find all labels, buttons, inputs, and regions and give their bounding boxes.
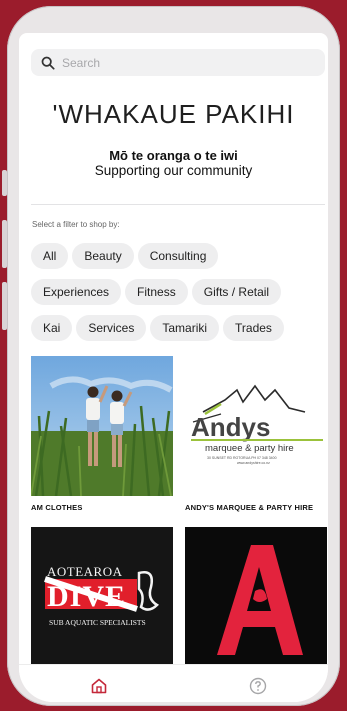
- andys-logo-tagline: marquee & party hire: [205, 443, 294, 454]
- filter-chips: All Beauty Consulting Experiences Fitnes…: [31, 243, 328, 351]
- aotearoa-dive-logo: AOTEAROA DIVE SUB AQUATIC SPECIALISTS: [31, 527, 173, 667]
- search-input[interactable]: [62, 55, 292, 70]
- business-card-red-a[interactable]: [185, 527, 327, 667]
- filter-chip-all[interactable]: All: [31, 243, 69, 269]
- app-screen: 'WHAKAUE PAKIHI Mō te oranga o te iwi Su…: [19, 33, 328, 702]
- filter-chip-experiences[interactable]: Experiences: [31, 279, 122, 305]
- search-icon: [41, 56, 55, 70]
- red-a-logo: [185, 527, 327, 667]
- chip-row: All Beauty Consulting: [31, 243, 328, 269]
- dive-logo-line1: AOTEAROA: [47, 564, 123, 579]
- filter-label: Select a filter to shop by:: [32, 220, 120, 229]
- bottom-nav: [19, 664, 328, 702]
- filter-chip-gifts-retail[interactable]: Gifts / Retail: [191, 279, 282, 305]
- business-card-aotearoa-dive[interactable]: AOTEAROA DIVE SUB AQUATIC SPECIALISTS: [31, 527, 173, 667]
- business-name: AM CLOTHES: [31, 503, 83, 512]
- filter-chip-trades[interactable]: Trades: [223, 315, 284, 341]
- filter-chip-services[interactable]: Services: [76, 315, 147, 341]
- chip-row: Kai Services Tamariki Trades: [31, 315, 328, 341]
- filter-chip-fitness[interactable]: Fitness: [125, 279, 188, 305]
- business-photo: [31, 356, 173, 496]
- chip-row: Experiences Fitness Gifts / Retail: [31, 279, 328, 305]
- page-title: 'WHAKAUE PAKIHI: [52, 99, 295, 129]
- andys-logo-address: 30 SUNSET RD ROTORUA PH 07 348 3400: [207, 456, 277, 460]
- photo-illustration: [31, 356, 173, 496]
- andys-logo: Andys marquee & party hire 30 SUNSET RD …: [185, 356, 327, 496]
- andys-logo-word: Andys: [191, 412, 270, 442]
- filter-chip-kai[interactable]: Kai: [31, 315, 73, 341]
- andys-logo-web: www.andyshire.co.nz: [237, 461, 270, 465]
- subtitle-english: Supporting our community: [94, 163, 253, 178]
- filter-chip-consulting[interactable]: Consulting: [137, 243, 219, 269]
- filter-chip-beauty[interactable]: Beauty: [72, 243, 134, 269]
- home-icon[interactable]: [90, 677, 108, 695]
- dive-logo-line2: DIVE: [47, 580, 126, 613]
- divider: [31, 204, 325, 205]
- dive-logo-line3: SUB AQUATIC SPECIALISTS: [49, 618, 146, 627]
- subtitle-maori: Mō te oranga o te iwi: [109, 148, 238, 163]
- help-circle-icon[interactable]: [249, 677, 267, 695]
- search-bar[interactable]: [31, 49, 325, 76]
- business-card-am-clothes[interactable]: AM CLOTHES: [31, 356, 173, 512]
- business-name: ANDY'S MARQUEE & PARTY HIRE: [185, 503, 314, 512]
- business-card-andys-marquee[interactable]: Andys marquee & party hire 30 SUNSET RD …: [185, 356, 327, 512]
- business-logo: Andys marquee & party hire 30 SUNSET RD …: [185, 356, 327, 496]
- filter-chip-tamariki[interactable]: Tamariki: [150, 315, 220, 341]
